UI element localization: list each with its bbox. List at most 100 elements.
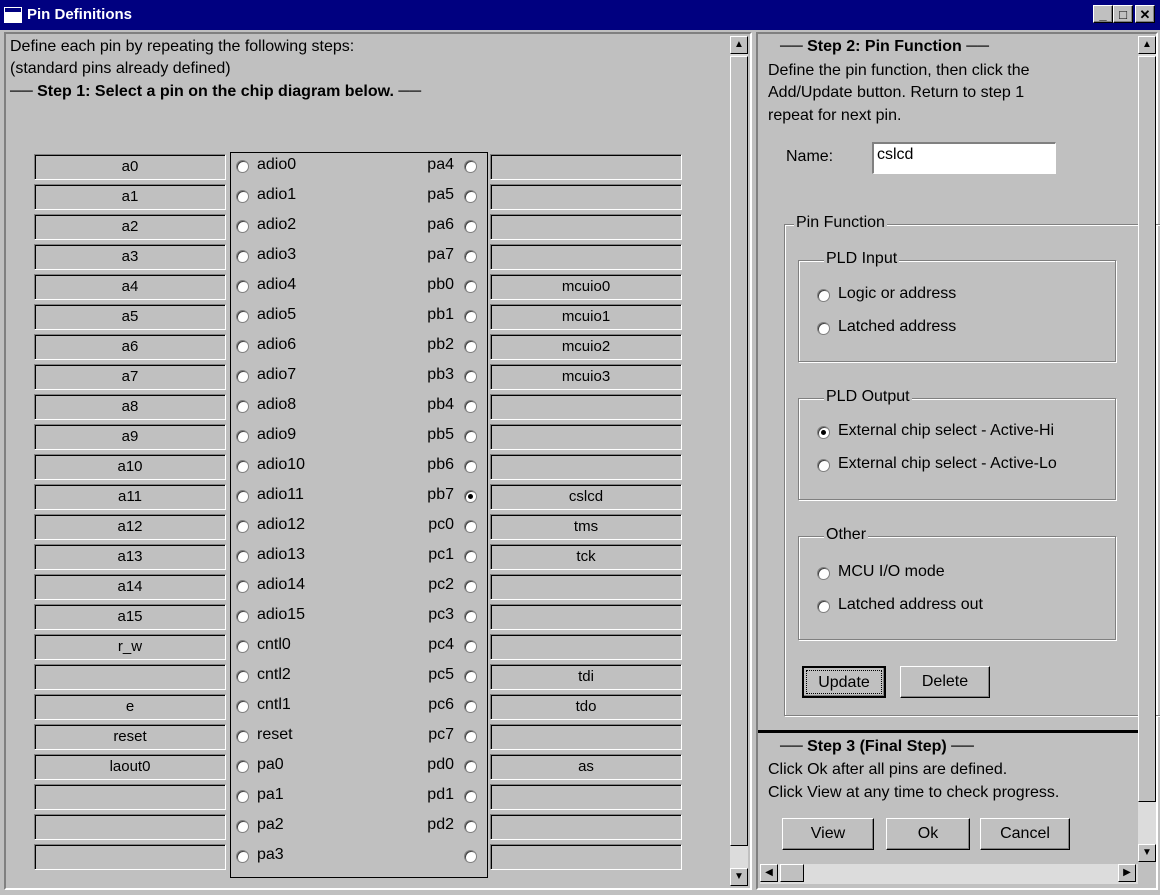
right-pin-radio[interactable]: [464, 670, 477, 683]
right-pin-radio[interactable]: [464, 370, 477, 383]
left-pin-label: pa0: [257, 756, 284, 773]
view-button[interactable]: View: [782, 818, 874, 850]
maximize-button[interactable]: □: [1113, 5, 1133, 23]
title-bar: Pin Definitions _ □ ✕: [0, 0, 1160, 30]
left-pin-value-field: a3: [34, 244, 226, 270]
right-vertical-scrollbar[interactable]: ▲ ▼: [1138, 36, 1156, 862]
right-pin-value-field: mcuio1: [490, 304, 682, 330]
left-pin-radio[interactable]: [236, 190, 249, 203]
right-pin-radio[interactable]: [464, 400, 477, 413]
right-pin-radio[interactable]: [464, 850, 477, 863]
left-pin-radio[interactable]: [236, 250, 249, 263]
right-pin-radio[interactable]: [464, 340, 477, 353]
scroll-down-arrow-icon[interactable]: ▼: [1138, 844, 1156, 862]
left-vertical-scrollbar[interactable]: ▲ ▼: [730, 36, 748, 886]
right-pin-radio[interactable]: [464, 700, 477, 713]
left-pin-radio[interactable]: [236, 310, 249, 323]
right-pin-label: pb2: [427, 336, 454, 353]
intro-line-1: Define each pin by repeating the followi…: [10, 38, 355, 55]
left-pin-radio[interactable]: [236, 580, 249, 593]
left-pin-value-field: a12: [34, 514, 226, 540]
ok-button[interactable]: Ok: [886, 818, 970, 850]
scroll-left-arrow-icon[interactable]: ◀: [760, 864, 778, 882]
left-pin-radio[interactable]: [236, 760, 249, 773]
minimize-button[interactable]: _: [1093, 5, 1113, 23]
right-pin-radio[interactable]: [464, 190, 477, 203]
right-pin-value-field: mcuio0: [490, 274, 682, 300]
right-pin-radio[interactable]: [464, 640, 477, 653]
right-pin-radio[interactable]: [464, 790, 477, 803]
right-pin-radio[interactable]: [464, 430, 477, 443]
right-pin-radio[interactable]: [464, 550, 477, 563]
left-pin-value-field: a8: [34, 394, 226, 420]
right-pin-radio[interactable]: [464, 460, 477, 473]
right-pin-radio[interactable]: [464, 490, 477, 503]
left-pin-radio[interactable]: [236, 730, 249, 743]
left-pin-radio[interactable]: [236, 610, 249, 623]
close-button[interactable]: ✕: [1135, 5, 1155, 23]
left-pin-value-field: a13: [34, 544, 226, 570]
left-pin-radio[interactable]: [236, 550, 249, 563]
left-pin-radio[interactable]: [236, 400, 249, 413]
mcu-io-mode-radio[interactable]: [817, 567, 830, 580]
scroll-up-arrow-icon[interactable]: ▲: [730, 36, 748, 54]
left-pin-value-field: a4: [34, 274, 226, 300]
right-pin-value-field: as: [490, 754, 682, 780]
left-pin-radio[interactable]: [236, 670, 249, 683]
left-pin-radio[interactable]: [236, 490, 249, 503]
right-pin-radio[interactable]: [464, 610, 477, 623]
left-pin-label: adio14: [257, 576, 306, 593]
left-pin-radio[interactable]: [236, 700, 249, 713]
right-pin-radio[interactable]: [464, 250, 477, 263]
name-input[interactable]: cslcd: [872, 142, 1056, 174]
left-pin-value-field: a14: [34, 574, 226, 600]
logic-or-address-radio[interactable]: [817, 289, 830, 302]
latched-address-out-radio[interactable]: [817, 600, 830, 613]
other-label: Other: [824, 526, 869, 544]
left-pin-radio[interactable]: [236, 430, 249, 443]
right-pin-radio[interactable]: [464, 580, 477, 593]
left-pin-radio[interactable]: [236, 460, 249, 473]
step2-heading: ── Step 2: Pin Function ──: [780, 38, 989, 55]
left-pin-label: adio8: [257, 396, 297, 413]
right-pin-radio[interactable]: [464, 280, 477, 293]
right-pin-radio[interactable]: [464, 220, 477, 233]
right-pin-radio[interactable]: [464, 820, 477, 833]
left-pin-radio[interactable]: [236, 850, 249, 863]
right-horizontal-scrollbar[interactable]: ◀ ▶: [760, 864, 1138, 884]
mcu-io-mode-label: MCU I/O mode: [838, 563, 945, 580]
left-pin-radio[interactable]: [236, 640, 249, 653]
right-pin-radio[interactable]: [464, 520, 477, 533]
scroll-thumb[interactable]: [1138, 56, 1156, 802]
right-pin-label: pb3: [427, 366, 454, 383]
latched-address-label: Latched address: [838, 318, 957, 335]
cs-active-lo-radio[interactable]: [817, 459, 830, 472]
right-pin-value-field: tdo: [490, 694, 682, 720]
right-pin-radio[interactable]: [464, 730, 477, 743]
left-pin-radio[interactable]: [236, 520, 249, 533]
scroll-right-arrow-icon[interactable]: ▶: [1118, 864, 1136, 882]
cancel-button[interactable]: Cancel: [980, 818, 1070, 850]
left-pin-radio[interactable]: [236, 160, 249, 173]
left-pin-label: reset: [257, 726, 293, 743]
right-pin-value-field: [490, 394, 682, 420]
scroll-up-arrow-icon[interactable]: ▲: [1138, 36, 1156, 54]
left-pin-radio[interactable]: [236, 220, 249, 233]
left-pin-radio[interactable]: [236, 340, 249, 353]
left-pin-radio[interactable]: [236, 280, 249, 293]
scroll-thumb[interactable]: [730, 56, 748, 846]
latched-address-radio[interactable]: [817, 322, 830, 335]
right-pin-label: pd0: [427, 756, 454, 773]
scroll-down-arrow-icon[interactable]: ▼: [730, 868, 748, 886]
update-button[interactable]: Update: [802, 666, 886, 698]
right-pin-value-field: mcuio3: [490, 364, 682, 390]
right-pin-radio[interactable]: [464, 310, 477, 323]
left-pin-radio[interactable]: [236, 790, 249, 803]
left-pin-radio[interactable]: [236, 370, 249, 383]
right-pin-radio[interactable]: [464, 760, 477, 773]
delete-button[interactable]: Delete: [900, 666, 990, 698]
cs-active-hi-radio[interactable]: [817, 426, 830, 439]
horizontal-scroll-thumb[interactable]: [780, 864, 804, 882]
right-pin-radio[interactable]: [464, 160, 477, 173]
left-pin-radio[interactable]: [236, 820, 249, 833]
